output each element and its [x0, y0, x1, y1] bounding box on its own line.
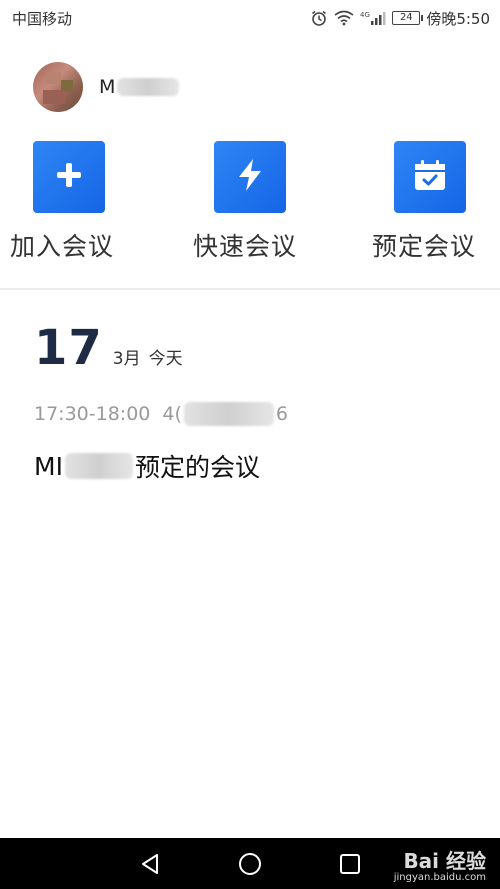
wifi-icon: [334, 10, 354, 26]
network-type-label: 4G: [360, 11, 370, 19]
today-label: 今天: [148, 349, 183, 369]
plus-icon: [54, 160, 84, 194]
meeting-id-prefix: 4(: [162, 403, 182, 425]
join-meeting-label: 加入会议: [10, 232, 115, 261]
schedule-meeting-label: 预定会议: [372, 232, 477, 261]
meeting-id: 4( 6: [162, 402, 288, 426]
redacted-meeting-id: [183, 402, 274, 426]
watermark-brand: Bai 经验: [403, 849, 486, 873]
quick-meeting-button[interactable]: 快速会议: [193, 141, 297, 263]
quick-meeting-label: 快速会议: [193, 232, 298, 261]
recents-icon[interactable]: [335, 849, 365, 879]
meeting-time: 17:30-18:00: [34, 403, 151, 425]
navigation-bar: Bai 经验 jingyan.baidu.com: [0, 838, 500, 889]
alarm-icon: [310, 9, 328, 27]
meeting-actions: 加入会议 快速会议 预定会议: [0, 141, 500, 271]
clock-label: 傍晚5:50: [426, 9, 490, 28]
battery-level: 24: [399, 12, 413, 23]
home-icon[interactable]: [235, 849, 265, 879]
app-screen: 中国移动 4G 24 傍晚5:50 M 加入会议 快速会议 预定会议 17 3月…: [0, 0, 500, 889]
signal-icon: 4G: [360, 10, 386, 26]
back-icon[interactable]: [135, 849, 165, 879]
day-number: 17: [34, 320, 103, 376]
lightning-icon: [234, 157, 266, 197]
avatar[interactable]: [33, 62, 83, 112]
user-name-wrap: M: [99, 76, 180, 98]
date-header: 17 3月 今天: [34, 320, 183, 376]
schedule-meeting-tile[interactable]: [394, 141, 466, 213]
meeting-title-suffix: 预定的会议: [134, 453, 260, 482]
quick-meeting-tile[interactable]: [214, 141, 286, 213]
section-divider: [0, 288, 500, 290]
calendar-check-icon: [412, 158, 448, 196]
month-label: 3月: [112, 349, 141, 369]
join-meeting-tile[interactable]: [33, 141, 105, 213]
meeting-title[interactable]: MI 预定的会议: [34, 448, 260, 484]
redacted-organizer: [64, 453, 133, 479]
status-icons: 4G 24 傍晚5:50: [310, 8, 490, 29]
carrier-label: 中国移动: [12, 9, 73, 28]
battery-icon: 24: [392, 11, 424, 25]
meeting-title-prefix: MI: [34, 451, 63, 481]
user-profile[interactable]: M: [33, 62, 180, 112]
watermark: Bai 经验 jingyan.baidu.com: [394, 851, 486, 883]
meeting-id-suffix: 6: [275, 403, 288, 425]
status-bar: 中国移动 4G 24 傍晚5:50: [0, 0, 500, 36]
schedule-meeting-button[interactable]: 预定会议: [372, 141, 476, 263]
redacted-name: [117, 78, 180, 96]
meeting-time-row[interactable]: 17:30-18:00 4( 6: [34, 402, 288, 426]
user-name: M: [99, 76, 116, 98]
join-meeting-button[interactable]: 加入会议: [10, 141, 114, 263]
watermark-url: jingyan.baidu.com: [393, 872, 486, 883]
